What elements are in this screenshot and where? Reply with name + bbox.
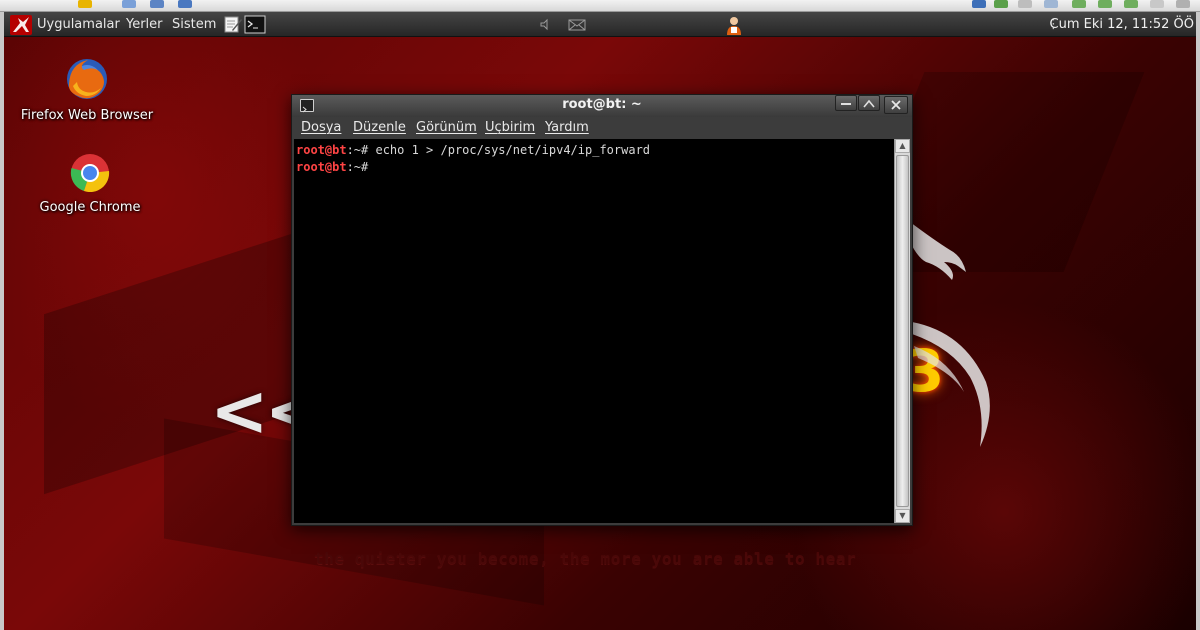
- host-toolbar-icon[interactable]: [1044, 0, 1058, 8]
- chrome-desktop-icon[interactable]: Google Chrome: [15, 152, 165, 215]
- menu-edit[interactable]: Düzenle: [353, 120, 406, 136]
- host-toolbar-icon[interactable]: [150, 0, 164, 8]
- host-toolbar: [0, 0, 1200, 12]
- host-toolbar-icon[interactable]: [994, 0, 1008, 8]
- mail-icon[interactable]: [567, 15, 587, 34]
- maximize-button[interactable]: [858, 95, 880, 111]
- chrome-icon: [70, 154, 110, 193]
- prompt-user: root@bt: [296, 143, 347, 157]
- host-toolbar-icon[interactable]: [1098, 0, 1112, 8]
- text-editor-launcher-icon[interactable]: [223, 15, 243, 34]
- host-toolbar-icon[interactable]: [1176, 0, 1190, 8]
- places-menu[interactable]: Yerler: [126, 16, 163, 34]
- menu-help[interactable]: Yardım: [545, 120, 589, 136]
- scrollbar-thumb[interactable]: [896, 155, 909, 507]
- host-toolbar-icon[interactable]: [122, 0, 136, 8]
- menu-file[interactable]: Dosya: [301, 120, 341, 136]
- menu-view[interactable]: Görünüm: [416, 120, 477, 136]
- user-icon[interactable]: [723, 15, 745, 35]
- prompt-path: :~#: [346, 143, 376, 157]
- volume-icon[interactable]: [538, 15, 552, 34]
- firefox-icon: [67, 59, 107, 99]
- vm-screen: Uygulamalar Yerler Sistem ⋮ Cum Eki 12, …: [0, 12, 1200, 630]
- desktop-icon-label: Google Chrome: [39, 200, 141, 215]
- host-toolbar-icon[interactable]: [1072, 0, 1086, 8]
- host-toolbar-icon[interactable]: [178, 0, 192, 8]
- terminal-line: root@bt:~# echo 1 > /proc/sys/net/ipv4/i…: [296, 142, 894, 158]
- terminal-command: echo 1 > /proc/sys/net/ipv4/ip_forward: [375, 143, 651, 157]
- terminal-cursor: [375, 158, 382, 171]
- terminal-launcher-icon[interactable]: [244, 15, 266, 34]
- scroll-up-arrow-icon[interactable]: ▲: [895, 139, 910, 153]
- terminal-titlebar[interactable]: root@bt: ~: [292, 95, 912, 117]
- host-toolbar-icon[interactable]: [1124, 0, 1138, 8]
- scroll-down-arrow-icon[interactable]: ▼: [895, 509, 910, 523]
- terminal-screen[interactable]: root@bt:~# echo 1 > /proc/sys/net/ipv4/i…: [294, 139, 894, 523]
- system-menu[interactable]: Sistem: [172, 16, 216, 34]
- prompt-user: root@bt: [296, 160, 347, 174]
- clock[interactable]: Cum Eki 12, 11:52 ÖÖ: [1050, 16, 1194, 34]
- backtrack-dragon-icon: [910, 222, 990, 447]
- prompt-path: :~#: [346, 160, 376, 174]
- backtrack-logo-icon[interactable]: [10, 15, 32, 35]
- terminal-menubar: Dosya Düzenle Görünüm Uçbirim Yardım: [292, 117, 912, 139]
- wallpaper-tagline: the quieter you become, the more you are…: [314, 549, 857, 568]
- top-panel: Uygulamalar Yerler Sistem ⋮ Cum Eki 12, …: [4, 12, 1196, 37]
- terminal-window[interactable]: root@bt: ~ Dosya Düzenle Görünüm Uçbirim…: [291, 94, 913, 526]
- close-button[interactable]: [884, 96, 908, 114]
- host-toolbar-icon[interactable]: [1018, 0, 1032, 8]
- host-toolbar-icon[interactable]: [78, 0, 92, 8]
- minimize-button[interactable]: [835, 95, 857, 111]
- terminal-line: root@bt:~#: [296, 158, 894, 174]
- terminal-title: root@bt: ~: [562, 97, 642, 112]
- firefox-desktop-icon[interactable]: Firefox Web Browser: [12, 56, 162, 123]
- desktop-icon-label: Firefox Web Browser: [20, 108, 154, 123]
- host-toolbar-icon[interactable]: [972, 0, 986, 8]
- host-toolbar-icon[interactable]: [1150, 0, 1164, 8]
- applications-menu[interactable]: Uygulamalar: [37, 16, 120, 34]
- menu-terminal[interactable]: Uçbirim: [485, 120, 535, 136]
- terminal-scrollbar[interactable]: ▲ ▼: [894, 139, 910, 523]
- desktop: Uygulamalar Yerler Sistem ⋮ Cum Eki 12, …: [4, 12, 1196, 630]
